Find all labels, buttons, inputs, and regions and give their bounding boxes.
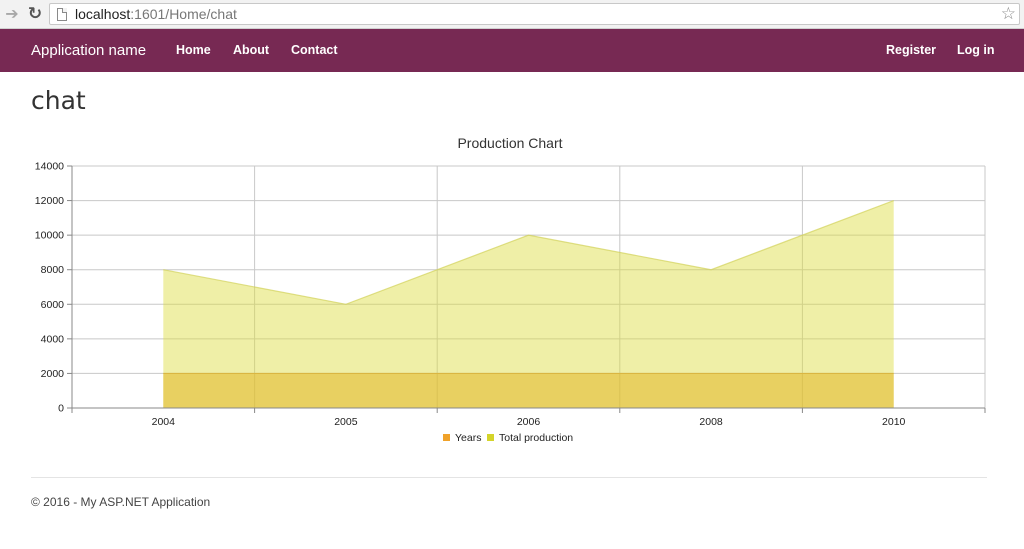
x-tick-label: 2010	[882, 416, 906, 428]
legend-label: Years	[455, 432, 481, 444]
y-tick-label: 0	[58, 403, 64, 415]
legend-swatch	[487, 434, 494, 441]
legend-label: Total production	[499, 432, 573, 444]
footer-text: © 2016 - My ASP.NET Application	[31, 495, 211, 509]
y-tick-label: 2000	[41, 368, 65, 380]
y-tick-label: 8000	[41, 264, 65, 276]
x-tick-label: 2004	[152, 416, 176, 428]
page-icon	[57, 8, 67, 21]
url-host: localhost	[75, 6, 131, 22]
x-tick-label: 2006	[517, 416, 541, 428]
y-tick-label: 6000	[41, 299, 65, 311]
nav-link-register[interactable]: Register	[886, 29, 936, 72]
legend-swatch	[443, 434, 450, 441]
nav-link-home[interactable]: Home	[176, 29, 211, 72]
nav-link-login[interactable]: Log in	[957, 29, 995, 72]
x-axis-ticks: 2004 2005 2006 2008 2010	[152, 416, 906, 428]
url-path: :1601/Home/chat	[130, 6, 237, 22]
y-tick-label: 10000	[35, 230, 64, 242]
y-tick-label: 14000	[35, 161, 64, 173]
x-tick-label: 2005	[334, 416, 358, 428]
back-arrow-icon[interactable]: ➔	[2, 4, 22, 24]
y-tick-label: 4000	[41, 333, 65, 345]
y-tick-label: 12000	[35, 195, 64, 207]
address-bar[interactable]: localhost:1601/Home/chat ☆	[49, 3, 1020, 25]
nav-link-about[interactable]: About	[233, 29, 269, 72]
chart-areas	[163, 200, 894, 408]
bookmark-star-icon[interactable]: ☆	[1001, 4, 1016, 24]
area-series-0	[163, 373, 894, 408]
url-text: localhost:1601/Home/chat	[75, 6, 237, 23]
browser-toolbar: ➔ ↻ localhost:1601/Home/chat ☆	[0, 0, 1024, 29]
chart-legend: Years Total production	[443, 432, 573, 444]
production-chart: Production Chart 0 2000 4000 6000 8000 10000 1…	[35, 135, 986, 444]
page-title: chat	[31, 86, 86, 115]
brand-link[interactable]: Application name	[31, 29, 146, 72]
footer-divider	[31, 477, 987, 478]
nav-link-contact[interactable]: Contact	[291, 29, 338, 72]
y-axis-ticks: 0 2000 4000 6000 8000 10000 12000 14000	[35, 161, 64, 415]
reload-icon[interactable]: ↻	[25, 4, 45, 24]
navbar: Application name Home About Contact Regi…	[0, 29, 1024, 72]
chart-title: Production Chart	[457, 135, 562, 151]
x-tick-label: 2008	[699, 416, 723, 428]
